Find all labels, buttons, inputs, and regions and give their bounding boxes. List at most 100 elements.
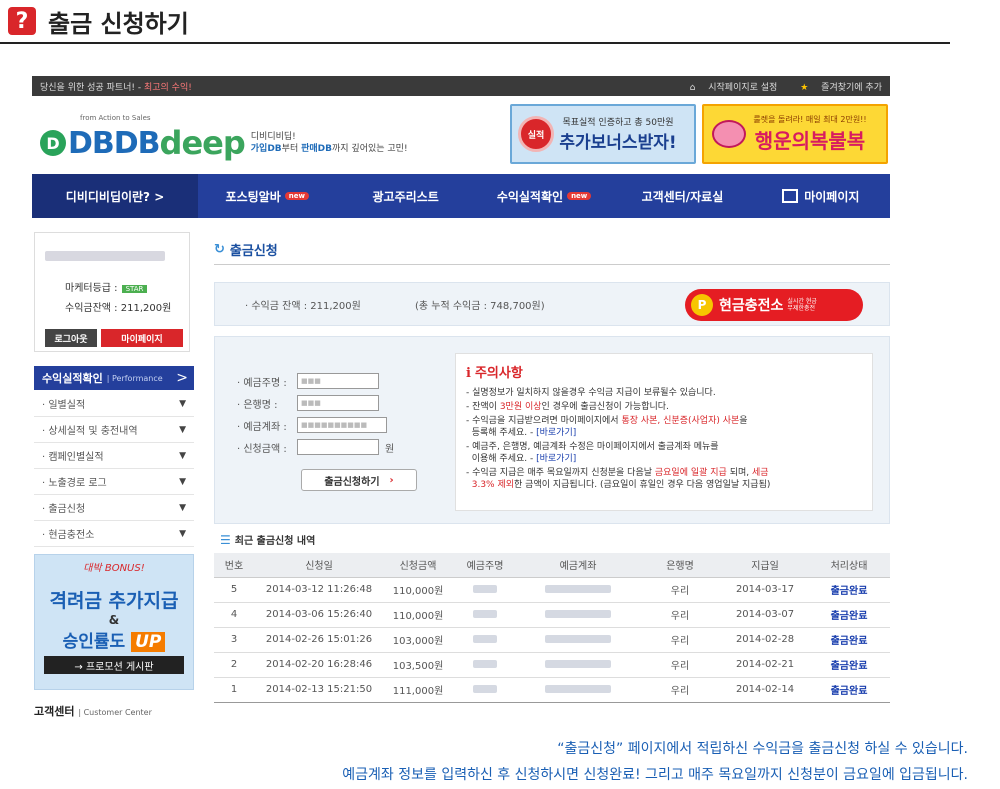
cell-no: 5 (214, 577, 254, 603)
nav-performance-label: 수익실적확인 (496, 189, 564, 204)
notice-line: - 예금주, 은행명, 예금계좌 수정은 마이페이지에서 출금계좌 메뉴를 이용… (466, 441, 862, 465)
user-name-blurred (45, 251, 165, 261)
add-favorite-link[interactable]: ★ 즐겨찾기에 추가 (790, 83, 882, 93)
submit-label: 출금신청하기 (324, 476, 380, 488)
profile-balance: 수익금잔액 : 211,200원 (65, 303, 172, 314)
nav-advertisers[interactable]: 광고주리스트 (336, 174, 474, 218)
shortcut-link[interactable]: [바로가기] (536, 454, 576, 464)
total-earnings: (총 누적 수익금 : 748,700원) (415, 301, 545, 312)
notice-text: - 수익금을 지급받으려면 마이페이지에서 (466, 416, 622, 426)
depositor-row: · 예금주명 : ■■■ (237, 373, 379, 389)
bank-label: · 은행명 : (237, 399, 278, 411)
point-icon: P (691, 294, 713, 316)
tagline-bold: 가입DB (250, 144, 282, 154)
menu-item-details[interactable]: · 상세실적 및 충전내역 ▼ (34, 417, 194, 443)
menu-item-cash-charge[interactable]: · 현금충전소 ▼ (34, 521, 194, 547)
cell-bank: 우리 (638, 577, 722, 603)
depositor-input[interactable]: ■■■ (297, 373, 379, 389)
notice-text: 을 (739, 416, 748, 426)
site-logo[interactable]: from Action to Sales D DBDB deep 디비디비딥! 가… (40, 114, 408, 162)
blurred-text (545, 610, 611, 618)
slogan-highlight: 최고의 수익! (143, 82, 192, 93)
account-input[interactable]: ■■■■■■■■■■ (297, 417, 387, 433)
col-header: 신청일 (254, 553, 384, 578)
promo-line2: & (108, 613, 120, 627)
blurred-text (473, 585, 497, 593)
tagline-1: 디비디비딥! (250, 132, 296, 142)
cell-paid-date: 2014-02-28 (722, 627, 808, 653)
mypage-button[interactable]: 마이페이지 (101, 329, 183, 347)
notice-box: i 주의사항 - 실명정보가 일치하지 않을경우 수익금 지급이 보류될수 있습니… (455, 353, 873, 511)
notice-line: - 잔액이 3만원 이상인 경우에 출금신청이 가능합니다. (466, 401, 862, 413)
menu-item-daily[interactable]: · 일별실적 ▼ (34, 391, 194, 417)
bonus-banner[interactable]: 실적 목표실적 인증하고 총 50만원 추가보너스받자! (510, 104, 696, 164)
customer-center[interactable]: 고객센터 | Customer Center (34, 703, 152, 719)
nav-performance[interactable]: 수익실적확인 new (475, 174, 613, 218)
cell-no: 3 (214, 627, 254, 653)
cash-charge-sub: 실시간 현금 무제한충전 (787, 298, 817, 312)
shortcut-link[interactable]: [바로가기] (536, 428, 576, 438)
submit-withdrawal-button[interactable]: 출금신청하기 › (301, 469, 417, 491)
nav-mypage[interactable]: 마이페이지 (752, 174, 890, 218)
nav-about-label: 디비디비딥이란? > (65, 189, 165, 204)
cell-account (518, 627, 638, 653)
logo-tagline: 디비디비딥! 가입DB부터 판매DB까지 깊어있는 고민! (251, 131, 408, 155)
amount-input[interactable] (297, 439, 379, 455)
caption-line1: “출금신청” 페이지에서 적립하신 수익금을 출금신청 하실 수 있습니다. (557, 741, 968, 757)
menu-item-exposure-log[interactable]: · 노출경로 로그 ▼ (34, 469, 194, 495)
promo-line0: 대박 BONUS! (83, 563, 145, 574)
grade-badge: STAR (121, 285, 148, 293)
cell-account (518, 677, 638, 703)
nav-support[interactable]: 고객센터/자료실 (613, 174, 751, 218)
customer-center-sub: | Customer Center (78, 708, 152, 717)
account-row: · 예금계좌 : ■■■■■■■■■■ (237, 417, 387, 433)
cell-account (518, 577, 638, 603)
cash-charge-button[interactable]: P 현금충전소 실시간 현금 무제한충전 (685, 289, 863, 321)
logo-deep-text: deep (159, 124, 246, 162)
logout-button[interactable]: 로그아웃 (45, 329, 97, 347)
tagline-2: 가입DB부터 판매DB까지 깊어있는 고민! (251, 143, 408, 155)
promotion-board-button[interactable]: → 프로모션 게시판 (44, 656, 184, 674)
nav-posting[interactable]: 포스팅알바 new (198, 174, 336, 218)
promo-up-badge: UP (131, 632, 166, 652)
promo-banner[interactable]: 대박 BONUS! 격려금 추가지급 & 승인률도 UP → 프로모션 게시판 (34, 554, 194, 690)
chevron-down-icon: ▼ (179, 528, 186, 539)
cell-no: 4 (214, 602, 254, 628)
logo-subtitle: from Action to Sales (80, 114, 151, 122)
menu-item-label: 캠페인별실적 (48, 452, 104, 463)
cell-amount: 110,000원 (384, 577, 452, 603)
bank-row: · 은행명 : ■■■ (237, 395, 379, 411)
menu-item-label: 상세실적 및 충전내역 (48, 426, 138, 437)
set-homepage-link[interactable]: ⌂ 시작페이지로 설정 (680, 83, 778, 93)
top-bar: 당신을 위한 성공 파트너! - 최고의 수익! ⌂ 시작페이지로 설정 ★ 즐… (32, 76, 890, 96)
chevron-right-icon: › (389, 474, 394, 486)
notice-text: - 잔액이 (466, 402, 500, 412)
nav-mypage-label: 마이페이지 (804, 189, 860, 204)
notice-text: 인 경우에 출금신청이 가능합니다. (541, 402, 669, 412)
cell-bank: 우리 (638, 652, 722, 678)
add-favorite-label: 즐겨찾기에 추가 (821, 82, 882, 93)
star-icon: ★ (800, 82, 809, 93)
cell-bank: 우리 (638, 677, 722, 703)
menu-item-label: 일별실적 (48, 400, 86, 411)
menu-item-campaign[interactable]: · 캠페인별실적 ▼ (34, 443, 194, 469)
notice-title-text: 주의사항 (474, 366, 523, 381)
nav-about[interactable]: 디비디비딥이란? > (32, 174, 199, 218)
notice-text: - 수익금 지급은 매주 목요일까지 신청분을 다음날 (466, 468, 655, 478)
divider (0, 42, 950, 44)
roulette-banner[interactable]: 룰렛을 돌려라! 매일 최대 2만원!! 행운의복불복 (702, 104, 888, 164)
blurred-text (545, 585, 611, 593)
performance-menu-header[interactable]: 수익실적확인 | Performance > (34, 366, 194, 390)
col-header: 신청금액 (384, 553, 452, 578)
col-header: 번호 (214, 553, 254, 578)
nav-support-label: 고객센터/자료실 (641, 189, 724, 204)
menu-item-withdrawal[interactable]: · 출금신청 ▼ (34, 495, 194, 521)
page-title-text: 출금신청 (229, 244, 278, 259)
checkbox-icon (782, 189, 799, 203)
bank-input[interactable]: ■■■ (297, 395, 379, 411)
tagline-end: 까지 깊어있는 고민! (332, 144, 408, 154)
cell-date: 2014-03-06 15:26:40 (254, 602, 384, 628)
page-title: ↻ 출금신청 (214, 240, 278, 259)
notice-text: 이용해 주세요. - (471, 454, 537, 464)
tagline-mid: 부터 (281, 144, 302, 154)
